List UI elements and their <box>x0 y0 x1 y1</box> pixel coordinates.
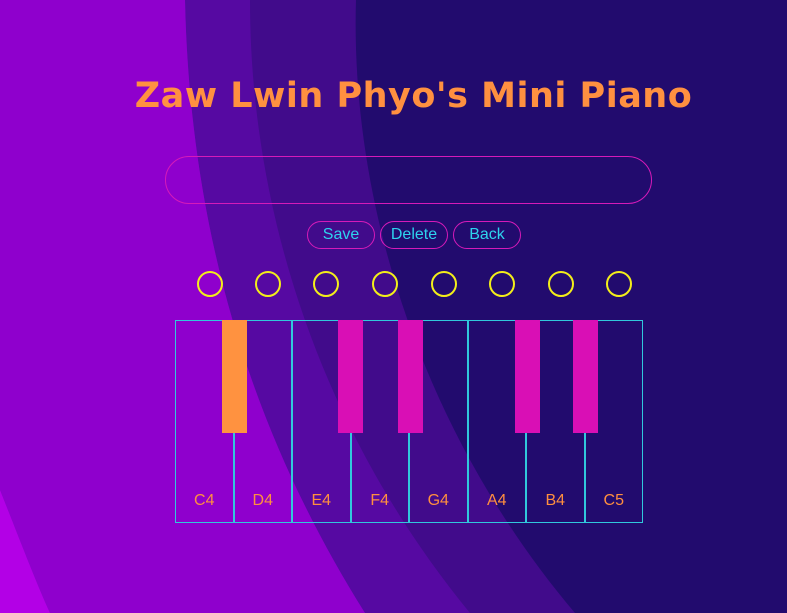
black-key-asharp4[interactable] <box>573 320 598 433</box>
record-slot-circle[interactable] <box>489 271 515 297</box>
note-label: B4 <box>545 492 566 509</box>
page-title: Zaw Lwin Phyo's Mini Piano <box>134 76 693 116</box>
note-label: A4 <box>486 492 507 509</box>
black-key-gsharp4[interactable] <box>515 320 540 433</box>
record-slot-circle[interactable] <box>313 271 339 297</box>
note-label: F4 <box>370 492 390 509</box>
record-slot-circle[interactable] <box>255 271 281 297</box>
black-key-dsharp4[interactable] <box>338 320 363 433</box>
record-slots <box>175 271 643 297</box>
black-key-csharp4[interactable] <box>222 320 247 433</box>
piano-keyboard: C4 D4 E4 F4 G4 A4 B4 C5 <box>175 320 643 523</box>
record-slot-circle[interactable] <box>197 271 223 297</box>
delete-button[interactable]: Delete <box>380 221 448 249</box>
note-label: E4 <box>311 492 332 509</box>
save-button[interactable]: Save <box>307 221 375 249</box>
note-label: G4 <box>427 492 449 509</box>
note-label: D4 <box>252 492 273 509</box>
action-buttons: Save Delete Back <box>307 221 521 249</box>
black-key-fsharp4[interactable] <box>398 320 423 433</box>
note-label: C5 <box>603 492 624 509</box>
back-button[interactable]: Back <box>453 221 521 249</box>
record-slot-circle[interactable] <box>431 271 457 297</box>
record-name-input[interactable] <box>165 156 652 204</box>
note-label: C4 <box>194 492 215 509</box>
record-slot-circle[interactable] <box>548 271 574 297</box>
record-slot-circle[interactable] <box>372 271 398 297</box>
record-slot-circle[interactable] <box>606 271 632 297</box>
